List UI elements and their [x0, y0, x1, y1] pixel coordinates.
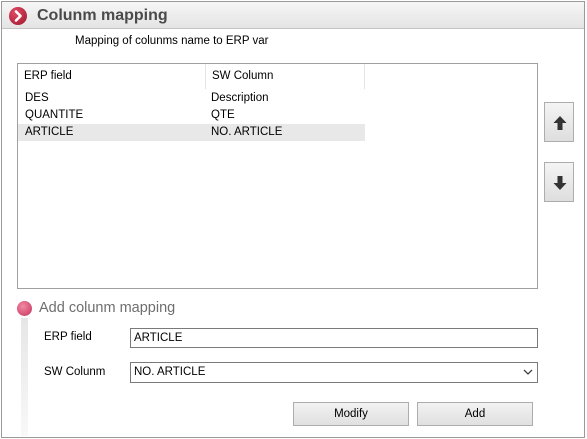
sw-column-selected-value: NO. ARTICLE	[134, 366, 206, 378]
mapping-list[interactable]: ERP field SW Column DES Description QUAN…	[17, 63, 538, 289]
column-header-sw-column[interactable]: SW Column	[206, 64, 365, 89]
arrow-down-icon	[553, 176, 567, 190]
chevron-right-icon	[9, 7, 27, 25]
arrow-up-icon	[553, 116, 567, 130]
window-title: Colunm mapping	[37, 7, 168, 24]
sw-column-cell: Description	[211, 92, 269, 104]
sw-column-cell: NO. ARTICLE	[211, 126, 283, 138]
list-row[interactable]: DES Description	[18, 90, 365, 107]
move-down-button[interactable]	[544, 162, 574, 202]
title-bar: Colunm mapping	[2, 2, 584, 29]
list-row-selected[interactable]: ARTICLE NO. ARTICLE	[18, 124, 365, 141]
erp-field-cell: QUANTITE	[25, 109, 84, 121]
list-header: ERP field SW Column	[18, 64, 537, 89]
move-up-button[interactable]	[544, 102, 574, 142]
section-bullet-icon	[17, 301, 32, 316]
erp-field-cell: DES	[25, 92, 49, 104]
mapping-description: Mapping of colunms name to ERP var	[75, 35, 269, 47]
erp-field-input[interactable]: ARTICLE	[130, 328, 538, 348]
sw-column-cell: QTE	[211, 109, 235, 121]
erp-field-cell: ARTICLE	[25, 126, 74, 138]
add-section-title: Add colunm mapping	[39, 300, 176, 316]
add-button[interactable]: Add	[417, 402, 533, 426]
sw-column-label: SW Colunm	[44, 366, 106, 378]
chevron-down-icon	[523, 369, 533, 375]
list-row[interactable]: QUANTITE QTE	[18, 107, 365, 124]
erp-field-label: ERP field	[44, 331, 92, 343]
section-divider	[21, 318, 28, 436]
column-header-erp-field[interactable]: ERP field	[18, 64, 206, 89]
modify-button[interactable]: Modify	[293, 402, 409, 426]
sw-column-select[interactable]: NO. ARTICLE	[130, 362, 538, 383]
